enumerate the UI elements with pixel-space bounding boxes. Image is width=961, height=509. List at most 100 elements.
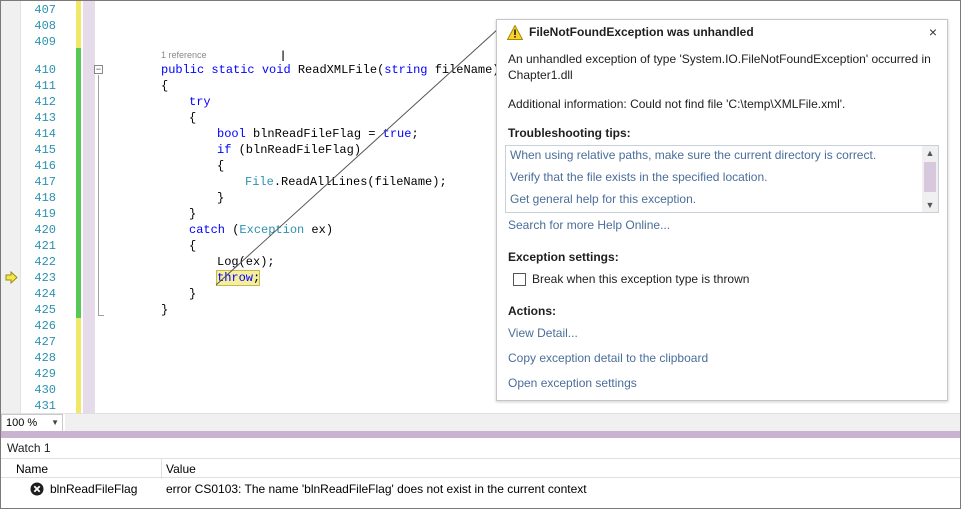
horizontal-scrollbar[interactable] [65, 414, 960, 432]
line-number: 416 [34, 159, 56, 173]
code-line-422[interactable]: Log(ex); [217, 254, 275, 270]
panel-splitter[interactable] [1, 431, 960, 438]
line-number: 425 [34, 303, 56, 317]
code-line-412[interactable]: try [189, 94, 211, 110]
line-number: 413 [34, 111, 56, 125]
troubleshooting-tips-list[interactable]: When using relative paths, make sure the… [505, 145, 939, 213]
code-text: ; [411, 127, 419, 141]
watch-row-value[interactable]: error CS0103: The name 'blnReadFileFlag'… [166, 482, 587, 496]
search-help-online-link[interactable]: Search for more Help Online... [508, 218, 670, 232]
tip-link[interactable]: When using relative paths, make sure the… [510, 148, 876, 162]
line-number: 428 [34, 351, 56, 365]
codelens-references[interactable]: 1 reference [161, 49, 207, 61]
scroll-thumb[interactable] [924, 162, 936, 192]
view-detail-link[interactable]: View Detail... [508, 326, 578, 340]
watch-window: Watch 1 Name Value blnReadFileFlag error… [1, 438, 960, 508]
code-text: ; [253, 271, 261, 285]
tip-link[interactable]: Verify that the file exists in the speci… [510, 170, 767, 184]
current-statement-arrow-icon [5, 271, 18, 284]
code-text: ( [225, 223, 240, 237]
line-number: 417 [34, 175, 56, 189]
change-bar [76, 318, 81, 413]
exception-helper-popup: FileNotFoundException was unhandled × An… [496, 19, 948, 401]
line-number: 420 [34, 223, 56, 237]
collapse-toggle[interactable]: − [94, 65, 103, 74]
keyword: throw [217, 271, 254, 285]
code-line-425[interactable]: } [161, 302, 168, 318]
scroll-up-icon[interactable]: ▲ [922, 146, 938, 160]
type-name: Exception [239, 223, 305, 237]
keyword: true [382, 127, 412, 141]
column-header-name[interactable]: Name [16, 462, 48, 476]
line-number: 410 [34, 63, 56, 77]
keyword: static [211, 63, 255, 77]
keyword: bool [217, 127, 246, 141]
actions-heading: Actions: [508, 304, 556, 318]
exception-message-line: Chapter1.dll [508, 68, 573, 82]
fold-guide [98, 75, 99, 316]
code-line-414[interactable]: bool blnReadFileFlag = true; [217, 126, 419, 142]
line-number: 415 [34, 143, 56, 157]
line-number: 424 [34, 287, 56, 301]
column-divider[interactable] [161, 459, 162, 479]
line-number: 412 [34, 95, 56, 109]
code-line-421[interactable]: { [189, 238, 196, 254]
break-when-thrown-checkbox[interactable] [513, 273, 526, 286]
line-number: 426 [34, 319, 56, 333]
code-line-419[interactable]: } [189, 206, 196, 222]
tips-scrollbar[interactable]: ▲ ▼ [922, 146, 938, 212]
scroll-down-icon[interactable]: ▼ [922, 198, 938, 212]
code-line-424[interactable]: } [189, 286, 196, 302]
line-number: 427 [34, 335, 56, 349]
keyword: catch [189, 223, 226, 237]
watch-row-name[interactable]: blnReadFileFlag [50, 482, 137, 496]
break-when-thrown-label[interactable]: Break when this exception type is thrown [532, 272, 749, 286]
zoom-level-dropdown[interactable]: 100 % ▼ [1, 414, 63, 432]
code-line-415[interactable]: if (blnReadFileFlag) [217, 142, 361, 158]
error-icon [30, 482, 44, 496]
code-line-410[interactable]: public static void ReadXMLFile(string fi… [161, 62, 500, 78]
line-number: 430 [34, 383, 56, 397]
close-button[interactable]: × [925, 23, 941, 41]
additional-information: Additional information: Could not find f… [508, 97, 846, 111]
zoom-level-value: 100 % [6, 417, 38, 429]
line-number: 407 [34, 3, 56, 17]
warning-icon [507, 25, 523, 40]
exception-message-line: An unhandled exception of type 'System.I… [508, 52, 931, 66]
line-number: 418 [34, 191, 56, 205]
type-name: File [245, 175, 274, 189]
code-line-416[interactable]: { [217, 158, 224, 174]
copy-exception-detail-link[interactable]: Copy exception detail to the clipboard [508, 351, 708, 365]
line-number: 421 [34, 239, 56, 253]
line-number: 423 [34, 271, 56, 285]
method-name: ReadXMLFile( [297, 63, 385, 77]
code-line-420[interactable]: catch (Exception ex) [189, 222, 333, 238]
keyword: string [384, 63, 428, 77]
line-number: 414 [34, 127, 56, 141]
tip-link[interactable]: Get general help for this exception. [510, 192, 696, 206]
code-line-418[interactable]: } [217, 190, 224, 206]
watch-column-headers: Name Value [1, 458, 960, 479]
code-line-417[interactable]: File.ReadAllLines(fileName); [245, 174, 447, 190]
line-number: 429 [34, 367, 56, 381]
param: fileName) [427, 63, 500, 77]
keyword: void [261, 63, 291, 77]
code-line-411[interactable]: { [161, 78, 168, 94]
column-header-value[interactable]: Value [166, 462, 196, 476]
troubleshooting-heading: Troubleshooting tips: [508, 126, 631, 140]
outline-gutter [83, 1, 95, 413]
line-number: 419 [34, 207, 56, 221]
keyword: if [217, 143, 232, 157]
exception-settings-heading: Exception settings: [508, 250, 619, 264]
line-number: 422 [34, 255, 56, 269]
keyword: public [161, 63, 205, 77]
watch-row[interactable]: blnReadFileFlag error CS0103: The name '… [1, 479, 960, 499]
code-line-413[interactable]: { [189, 110, 196, 126]
watch-window-title[interactable]: Watch 1 [7, 441, 51, 455]
code-line-423[interactable]: throw; [217, 270, 260, 286]
line-number: 431 [34, 399, 56, 413]
open-exception-settings-link[interactable]: Open exception settings [508, 376, 637, 390]
line-number: 408 [34, 19, 56, 33]
chevron-down-icon: ▼ [51, 418, 59, 427]
indicator-margin[interactable] [1, 1, 21, 413]
